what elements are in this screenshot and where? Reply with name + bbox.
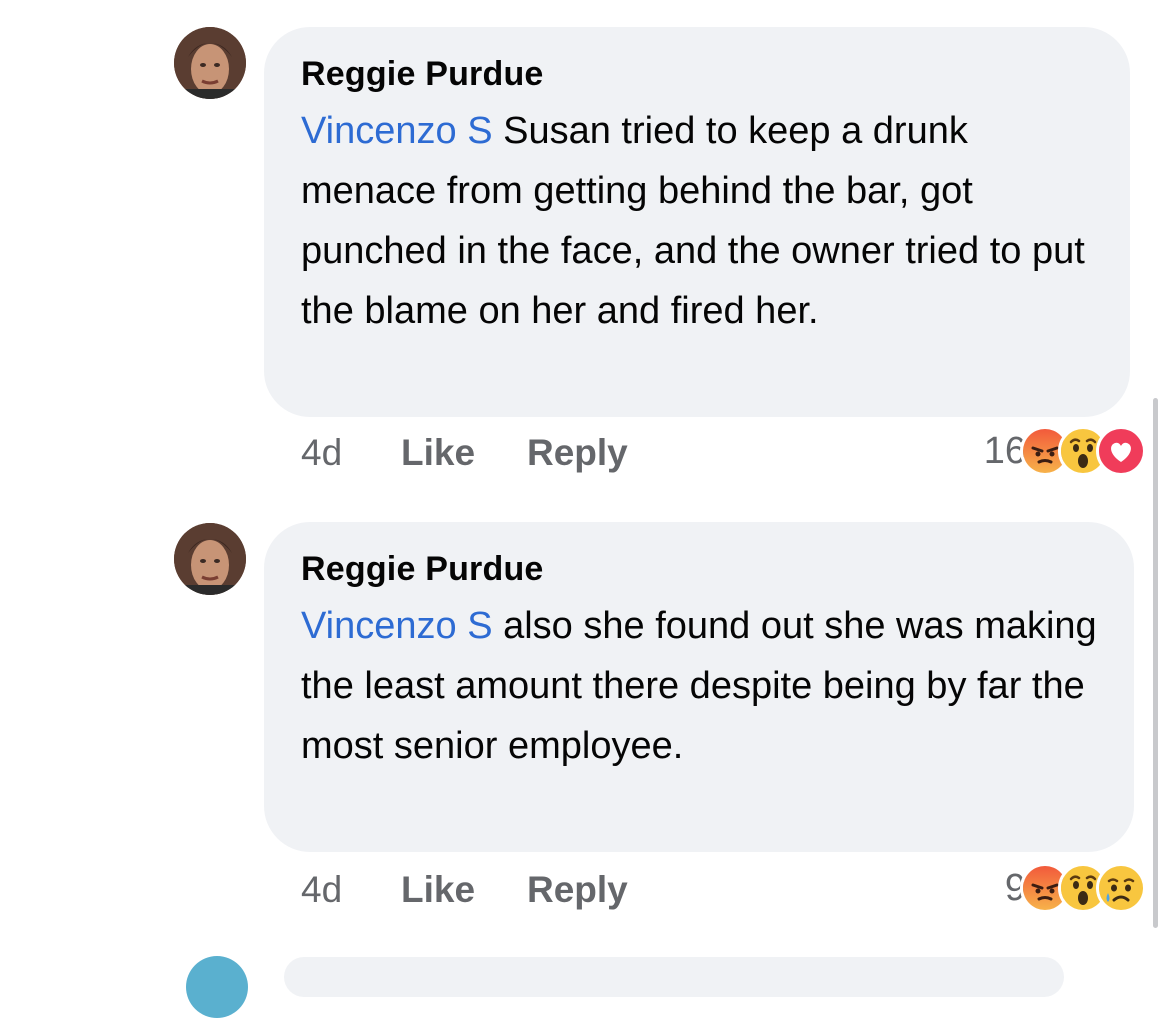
avatar-photo xyxy=(174,523,246,595)
avatar[interactable] xyxy=(174,523,246,595)
next-comment-bubble xyxy=(284,957,1064,997)
mention-link[interactable]: Vincenzo S xyxy=(301,110,493,152)
reply-button[interactable]: Reply xyxy=(527,869,628,911)
comment-actions: 4d Like Reply xyxy=(301,869,628,911)
avatar-photo xyxy=(174,27,246,99)
comment-author[interactable]: Reggie Purdue xyxy=(301,53,1094,95)
comment-time[interactable]: 4d xyxy=(301,432,401,474)
mention-link[interactable]: Vincenzo S xyxy=(301,605,493,647)
reactions-summary[interactable]: 16 xyxy=(984,426,1146,476)
avatar[interactable] xyxy=(174,27,246,99)
comment-text: Vincenzo S Susan tried to keep a drunk m… xyxy=(301,101,1094,341)
comment-actions: 4d Like Reply xyxy=(301,432,628,474)
comment-bubble: Reggie Purdue Vincenzo S Susan tried to … xyxy=(264,27,1130,417)
sad-reaction-icon xyxy=(1096,863,1146,913)
comment-author[interactable]: Reggie Purdue xyxy=(301,548,1098,590)
comment-text: Vincenzo S also she found out she was ma… xyxy=(301,596,1098,776)
scrollbar[interactable] xyxy=(1153,398,1158,928)
like-button[interactable]: Like xyxy=(401,432,527,474)
reply-button[interactable]: Reply xyxy=(527,432,628,474)
love-reaction-icon xyxy=(1096,426,1146,476)
comment-time[interactable]: 4d xyxy=(301,869,401,911)
next-comment-avatar[interactable] xyxy=(186,956,248,1018)
comment-bubble: Reggie Purdue Vincenzo S also she found … xyxy=(264,522,1134,852)
reactions-summary[interactable]: 9 xyxy=(1005,863,1146,913)
like-button[interactable]: Like xyxy=(401,869,527,911)
